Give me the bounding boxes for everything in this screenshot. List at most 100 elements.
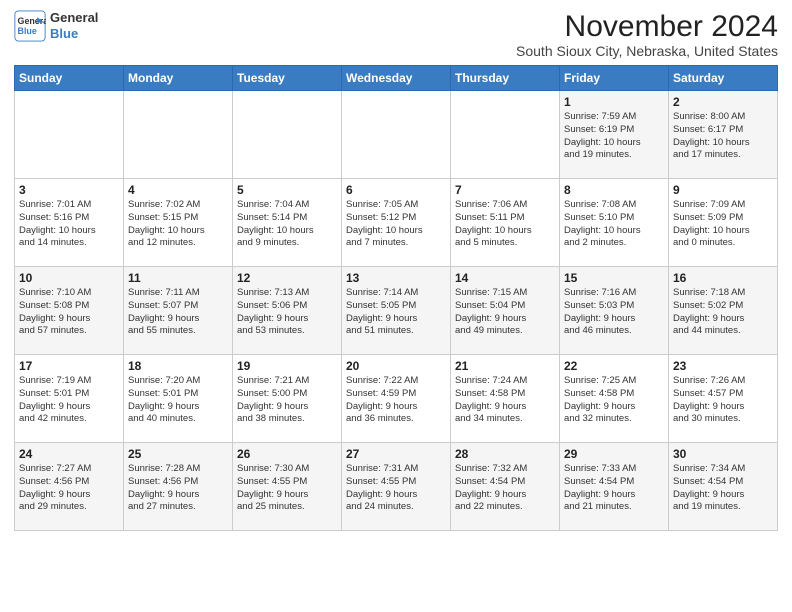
calendar-cell: 18 Sunrise: 7:20 AM Sunset: 5:01 PM Dayli… <box>124 355 233 443</box>
day-number: 13 <box>346 271 446 285</box>
day-info: Sunrise: 7:32 AM Sunset: 4:54 PM Dayligh… <box>455 463 555 514</box>
page: General Blue General Blue November 2024 … <box>0 0 792 541</box>
calendar-cell: 1 Sunrise: 7:59 AM Sunset: 6:19 PM Daylig… <box>560 91 669 179</box>
logo-text: General Blue <box>50 10 98 41</box>
day-info: Sunrise: 7:13 AM Sunset: 5:06 PM Dayligh… <box>237 287 337 338</box>
day-number: 7 <box>455 183 555 197</box>
day-info: Sunrise: 7:21 AM Sunset: 5:00 PM Dayligh… <box>237 375 337 426</box>
day-number: 30 <box>673 447 773 461</box>
calendar-cell: 23 Sunrise: 7:26 AM Sunset: 4:57 PM Dayli… <box>669 355 778 443</box>
day-number: 27 <box>346 447 446 461</box>
day-number: 1 <box>564 95 664 109</box>
day-info: Sunrise: 8:00 AM Sunset: 6:17 PM Dayligh… <box>673 111 773 162</box>
day-number: 29 <box>564 447 664 461</box>
calendar-week-4: 17 Sunrise: 7:19 AM Sunset: 5:01 PM Dayli… <box>15 355 778 443</box>
calendar-cell: 28 Sunrise: 7:32 AM Sunset: 4:54 PM Dayli… <box>451 443 560 531</box>
day-number: 19 <box>237 359 337 373</box>
day-info: Sunrise: 7:08 AM Sunset: 5:10 PM Dayligh… <box>564 199 664 250</box>
calendar-header-wednesday: Wednesday <box>342 66 451 91</box>
day-number: 25 <box>128 447 228 461</box>
calendar-cell <box>124 91 233 179</box>
day-info: Sunrise: 7:31 AM Sunset: 4:55 PM Dayligh… <box>346 463 446 514</box>
day-info: Sunrise: 7:04 AM Sunset: 5:14 PM Dayligh… <box>237 199 337 250</box>
calendar-cell: 24 Sunrise: 7:27 AM Sunset: 4:56 PM Dayli… <box>15 443 124 531</box>
calendar-cell: 7 Sunrise: 7:06 AM Sunset: 5:11 PM Daylig… <box>451 179 560 267</box>
day-info: Sunrise: 7:26 AM Sunset: 4:57 PM Dayligh… <box>673 375 773 426</box>
day-number: 24 <box>19 447 119 461</box>
calendar-table: SundayMondayTuesdayWednesdayThursdayFrid… <box>14 65 778 531</box>
day-number: 26 <box>237 447 337 461</box>
day-number: 10 <box>19 271 119 285</box>
calendar-cell: 17 Sunrise: 7:19 AM Sunset: 5:01 PM Dayli… <box>15 355 124 443</box>
calendar-cell <box>342 91 451 179</box>
day-info: Sunrise: 7:28 AM Sunset: 4:56 PM Dayligh… <box>128 463 228 514</box>
day-info: Sunrise: 7:59 AM Sunset: 6:19 PM Dayligh… <box>564 111 664 162</box>
day-info: Sunrise: 7:25 AM Sunset: 4:58 PM Dayligh… <box>564 375 664 426</box>
day-number: 14 <box>455 271 555 285</box>
day-number: 2 <box>673 95 773 109</box>
day-number: 4 <box>128 183 228 197</box>
day-number: 5 <box>237 183 337 197</box>
calendar-cell: 30 Sunrise: 7:34 AM Sunset: 4:54 PM Dayli… <box>669 443 778 531</box>
calendar-cell: 27 Sunrise: 7:31 AM Sunset: 4:55 PM Dayli… <box>342 443 451 531</box>
day-number: 11 <box>128 271 228 285</box>
day-info: Sunrise: 7:09 AM Sunset: 5:09 PM Dayligh… <box>673 199 773 250</box>
day-number: 21 <box>455 359 555 373</box>
day-info: Sunrise: 7:06 AM Sunset: 5:11 PM Dayligh… <box>455 199 555 250</box>
day-info: Sunrise: 7:19 AM Sunset: 5:01 PM Dayligh… <box>19 375 119 426</box>
calendar-cell: 10 Sunrise: 7:10 AM Sunset: 5:08 PM Dayli… <box>15 267 124 355</box>
day-number: 6 <box>346 183 446 197</box>
day-number: 20 <box>346 359 446 373</box>
calendar-cell <box>451 91 560 179</box>
day-info: Sunrise: 7:34 AM Sunset: 4:54 PM Dayligh… <box>673 463 773 514</box>
title-block: November 2024 South Sioux City, Nebraska… <box>516 10 778 59</box>
calendar-cell: 12 Sunrise: 7:13 AM Sunset: 5:06 PM Dayli… <box>233 267 342 355</box>
day-info: Sunrise: 7:11 AM Sunset: 5:07 PM Dayligh… <box>128 287 228 338</box>
calendar-cell: 22 Sunrise: 7:25 AM Sunset: 4:58 PM Dayli… <box>560 355 669 443</box>
calendar-week-3: 10 Sunrise: 7:10 AM Sunset: 5:08 PM Dayli… <box>15 267 778 355</box>
calendar-header-friday: Friday <box>560 66 669 91</box>
logo-line2: Blue <box>50 26 98 42</box>
logo-icon: General Blue <box>14 10 46 42</box>
day-number: 22 <box>564 359 664 373</box>
day-info: Sunrise: 7:02 AM Sunset: 5:15 PM Dayligh… <box>128 199 228 250</box>
day-number: 9 <box>673 183 773 197</box>
day-info: Sunrise: 7:10 AM Sunset: 5:08 PM Dayligh… <box>19 287 119 338</box>
calendar-cell: 11 Sunrise: 7:11 AM Sunset: 5:07 PM Dayli… <box>124 267 233 355</box>
calendar-cell: 9 Sunrise: 7:09 AM Sunset: 5:09 PM Daylig… <box>669 179 778 267</box>
calendar-header-saturday: Saturday <box>669 66 778 91</box>
day-info: Sunrise: 7:20 AM Sunset: 5:01 PM Dayligh… <box>128 375 228 426</box>
calendar-cell: 13 Sunrise: 7:14 AM Sunset: 5:05 PM Dayli… <box>342 267 451 355</box>
day-info: Sunrise: 7:27 AM Sunset: 4:56 PM Dayligh… <box>19 463 119 514</box>
calendar-cell: 15 Sunrise: 7:16 AM Sunset: 5:03 PM Dayli… <box>560 267 669 355</box>
calendar-week-1: 1 Sunrise: 7:59 AM Sunset: 6:19 PM Daylig… <box>15 91 778 179</box>
calendar-header-monday: Monday <box>124 66 233 91</box>
calendar-cell: 16Sunrise: 7:18 AM Sunset: 5:02 PM Dayli… <box>669 267 778 355</box>
page-title: November 2024 <box>516 10 778 43</box>
day-info: Sunrise: 7:30 AM Sunset: 4:55 PM Dayligh… <box>237 463 337 514</box>
day-number: 15 <box>564 271 664 285</box>
calendar-cell <box>233 91 342 179</box>
page-subtitle: South Sioux City, Nebraska, United State… <box>516 43 778 59</box>
calendar-header-tuesday: Tuesday <box>233 66 342 91</box>
calendar-cell <box>15 91 124 179</box>
day-number: 17 <box>19 359 119 373</box>
calendar-cell: 5 Sunrise: 7:04 AM Sunset: 5:14 PM Daylig… <box>233 179 342 267</box>
day-number: 16 <box>673 271 773 285</box>
day-info: Sunrise: 7:05 AM Sunset: 5:12 PM Dayligh… <box>346 199 446 250</box>
day-info: Sunrise: 7:22 AM Sunset: 4:59 PM Dayligh… <box>346 375 446 426</box>
day-number: 23 <box>673 359 773 373</box>
calendar-cell: 4 Sunrise: 7:02 AM Sunset: 5:15 PM Daylig… <box>124 179 233 267</box>
calendar-header-thursday: Thursday <box>451 66 560 91</box>
day-info: Sunrise: 7:14 AM Sunset: 5:05 PM Dayligh… <box>346 287 446 338</box>
day-number: 12 <box>237 271 337 285</box>
calendar-cell: 2 Sunrise: 8:00 AM Sunset: 6:17 PM Daylig… <box>669 91 778 179</box>
calendar-week-2: 3 Sunrise: 7:01 AM Sunset: 5:16 PM Daylig… <box>15 179 778 267</box>
day-number: 3 <box>19 183 119 197</box>
day-number: 18 <box>128 359 228 373</box>
day-info: Sunrise: 7:01 AM Sunset: 5:16 PM Dayligh… <box>19 199 119 250</box>
day-info: Sunrise: 7:15 AM Sunset: 5:04 PM Dayligh… <box>455 287 555 338</box>
calendar-cell: 21Sunrise: 7:24 AM Sunset: 4:58 PM Dayli… <box>451 355 560 443</box>
day-info: Sunrise: 7:16 AM Sunset: 5:03 PM Dayligh… <box>564 287 664 338</box>
day-number: 28 <box>455 447 555 461</box>
